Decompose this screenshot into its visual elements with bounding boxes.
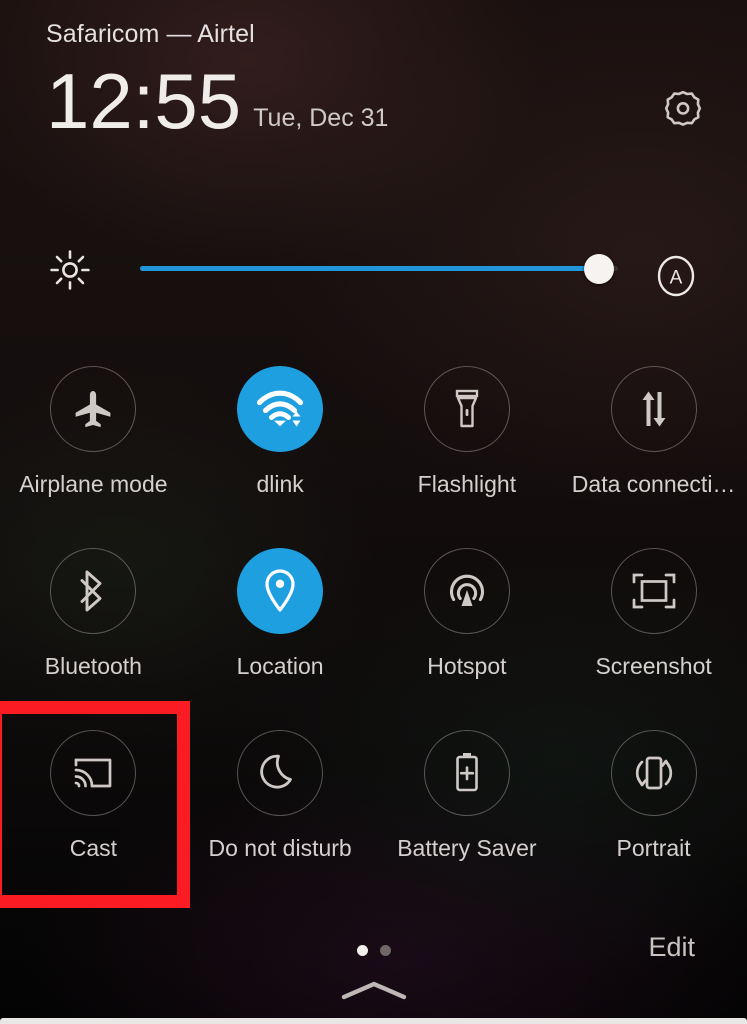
collapse-handle[interactable] [0, 978, 747, 1004]
clock-date: Tue, Dec 31 [253, 104, 389, 132]
tile-do-not-disturb[interactable]: Do not disturb [187, 716, 374, 898]
tile-bluetooth[interactable]: Bluetooth [0, 534, 187, 716]
data-transfer-icon [633, 386, 675, 432]
tile-icon-circle [237, 548, 324, 634]
tile-row: Airplane mode dlink Flashlight Data conn… [0, 352, 747, 534]
battery-plus-icon [450, 750, 484, 796]
tile-icon-circle [50, 548, 137, 634]
tile-icon-circle [610, 366, 697, 452]
tile-icon-circle [50, 730, 137, 816]
tile-wifi[interactable]: dlink [187, 352, 374, 534]
gear-icon [663, 88, 703, 128]
tile-label: Portrait [616, 835, 691, 861]
page-dot-1[interactable] [356, 945, 368, 956]
page-indicator[interactable] [0, 945, 747, 956]
panel-footer: Edit [0, 910, 747, 1018]
quick-settings-tiles: Airplane mode dlink Flashlight Data conn… [0, 352, 747, 898]
hotspot-icon [444, 568, 490, 614]
tile-data-connection[interactable]: Data connecti… [560, 352, 747, 534]
screenshot-icon [630, 569, 678, 613]
flashlight-icon [447, 386, 487, 432]
clock-row: 12:55 Tue, Dec 31 [46, 62, 388, 140]
tile-location[interactable]: Location [187, 534, 374, 716]
underlying-app-edge [0, 1018, 747, 1024]
tile-label: Bluetooth [44, 653, 142, 679]
tile-row: Bluetooth Location Hotspot Screenshot [0, 534, 747, 716]
tile-label: Location [236, 653, 324, 679]
tile-screenshot[interactable]: Screenshot [560, 534, 747, 716]
tile-hotspot[interactable]: Hotspot [374, 534, 561, 716]
tile-icon-circle [50, 366, 137, 452]
tile-cast[interactable]: Cast [0, 716, 187, 898]
tile-label: Data connecti… [571, 471, 736, 497]
brightness-row: A [0, 240, 747, 300]
tile-portrait[interactable]: Portrait [560, 716, 747, 898]
tile-label: Hotspot [427, 653, 507, 679]
tile-icon-circle [237, 730, 324, 816]
auto-brightness-icon: A [657, 255, 695, 297]
auto-brightness-button[interactable]: A [656, 254, 696, 298]
tile-row: Cast Do not disturb Battery Saver Portra… [0, 716, 747, 898]
tile-label: Cast [69, 835, 118, 861]
moon-icon [259, 751, 301, 795]
svg-text:A: A [670, 268, 683, 289]
tile-label: Flashlight [417, 471, 517, 497]
tile-label: Do not disturb [208, 835, 352, 861]
brightness-slider-fill [140, 266, 599, 271]
airplane-icon [71, 387, 115, 431]
tile-icon-circle [423, 730, 510, 816]
tile-icon-circle [237, 366, 324, 452]
tile-label: Airplane mode [19, 471, 168, 497]
tile-flashlight[interactable]: Flashlight [374, 352, 561, 534]
cast-icon [70, 753, 116, 793]
tile-icon-circle [610, 730, 697, 816]
bluetooth-icon [76, 568, 110, 614]
tile-icon-circle [610, 548, 697, 634]
clock-time: 12:55 [46, 57, 242, 145]
carrier-label: Safaricom — Airtel [46, 20, 255, 48]
quick-settings-panel: Safaricom — Airtel 12:55 Tue, Dec 31 A A… [0, 0, 747, 1024]
tile-label: Battery Saver [397, 835, 537, 861]
page-dot-2[interactable] [379, 945, 391, 956]
tile-icon-circle [423, 366, 510, 452]
tile-label: Screenshot [595, 653, 712, 679]
brightness-slider-thumb[interactable] [583, 254, 614, 284]
edit-button[interactable]: Edit [648, 932, 695, 963]
location-pin-icon [261, 567, 299, 615]
settings-button[interactable] [661, 86, 705, 130]
chevron-up-icon [339, 978, 409, 1004]
tile-airplane-mode[interactable]: Airplane mode [0, 352, 187, 534]
tile-icon-circle [423, 548, 510, 634]
brightness-sun-icon [48, 248, 92, 292]
brightness-slider[interactable] [140, 240, 618, 300]
screen-rotation-icon [630, 751, 678, 795]
tile-battery-saver[interactable]: Battery Saver [374, 716, 561, 898]
tile-label: dlink [256, 471, 304, 497]
wifi-icon [255, 387, 305, 431]
